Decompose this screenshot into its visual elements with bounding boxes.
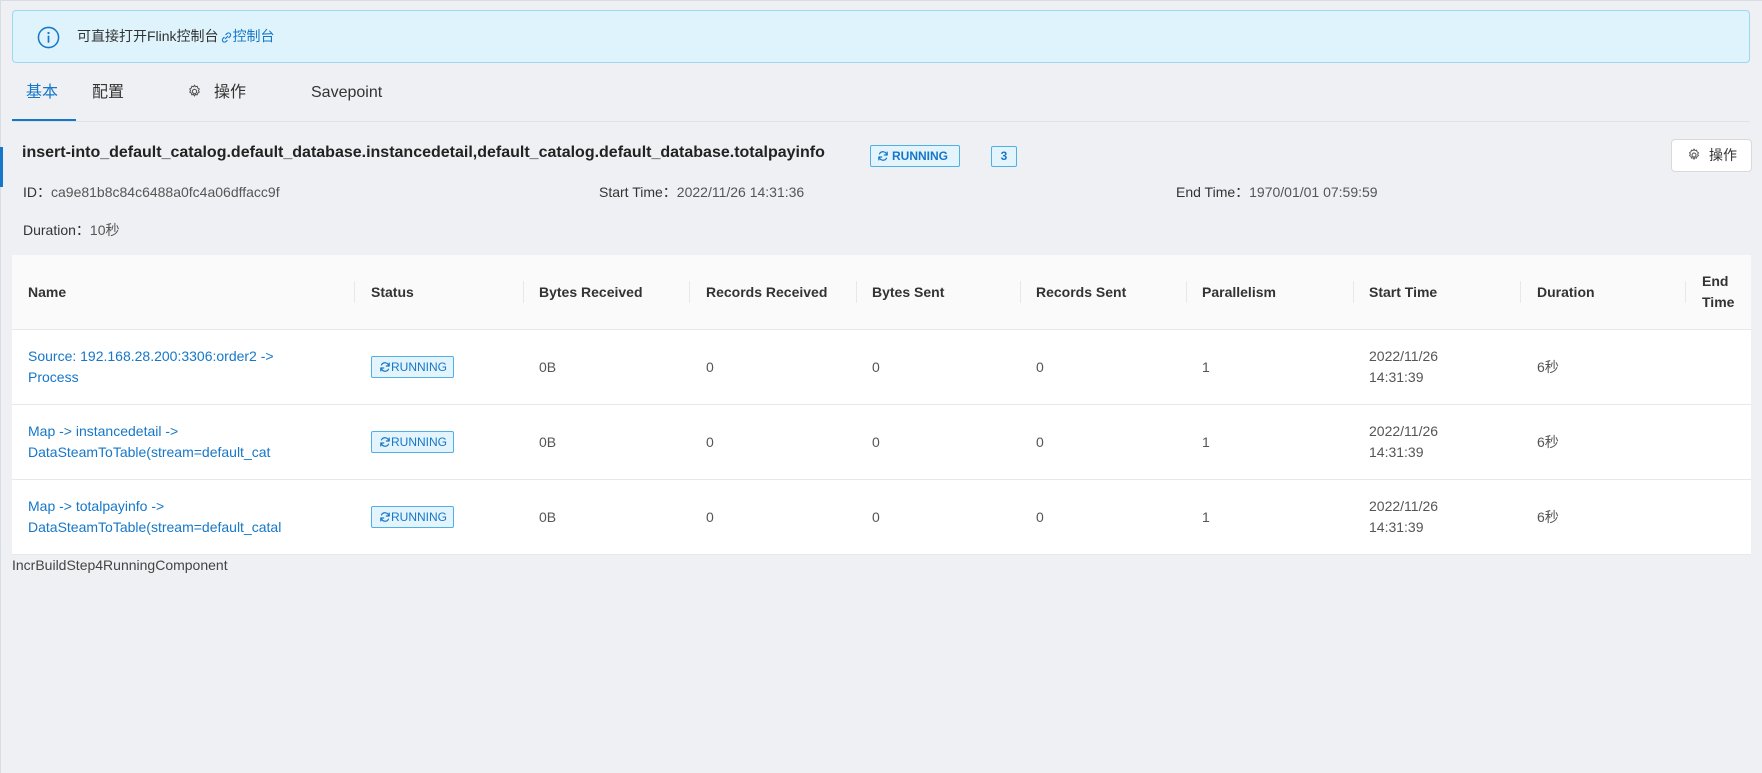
tab-operations[interactable]: 操作 bbox=[187, 74, 246, 121]
start-time-cell: 2022/11/26 14:31:39 bbox=[1369, 498, 1439, 535]
bytes-received-cell: 0B bbox=[539, 433, 557, 450]
bytes-sent-cell: 0 bbox=[872, 508, 880, 525]
tab-savepoint[interactable]: Savepoint bbox=[311, 74, 382, 121]
duration-cell: 6秒 bbox=[1537, 358, 1559, 375]
left-border bbox=[0, 0, 1, 773]
column-divider bbox=[1353, 281, 1354, 303]
status-text: RUNNING bbox=[391, 510, 447, 524]
job-start-label: Start Time： bbox=[599, 184, 677, 200]
column-header-status: Status bbox=[371, 284, 414, 300]
parallelism-cell: 1 bbox=[1202, 433, 1210, 450]
column-header-bytes-received: Bytes Received bbox=[539, 284, 643, 300]
records-sent-cell: 0 bbox=[1036, 433, 1044, 450]
column-divider bbox=[523, 281, 524, 303]
column-header-name: Name bbox=[28, 284, 67, 300]
link-icon bbox=[221, 32, 231, 43]
column-header-start-time: Start Time bbox=[1369, 284, 1438, 300]
job-end-value: 1970/01/01 07:59:59 bbox=[1249, 184, 1378, 200]
table-row: Map -> totalpayinfo -> DataSteamToTable(… bbox=[12, 480, 1751, 555]
task-count-badge: 3 bbox=[991, 146, 1017, 167]
bytes-sent-cell: 0 bbox=[872, 358, 880, 375]
status-cell: RUNNING bbox=[371, 405, 454, 479]
gear-icon bbox=[189, 84, 200, 97]
job-end-time: End Time：1970/01/01 07:59:59 bbox=[1176, 182, 1378, 202]
job-start-time: Start Time：2022/11/26 14:31:36 bbox=[599, 182, 804, 202]
column-header-end-time: End Time bbox=[1702, 273, 1735, 310]
job-id-value: ca9e81b8c84c6488a0fc4a06dffacc9f bbox=[51, 184, 280, 200]
sync-icon bbox=[380, 512, 390, 522]
tab-bar: 基本 配置 操作 Savepoint bbox=[12, 74, 1750, 122]
table-row: Source: 192.168.28.200:3306:order2 -> Pr… bbox=[12, 330, 1751, 405]
column-divider bbox=[856, 281, 857, 303]
job-title: insert-into_default_catalog.default_data… bbox=[22, 144, 825, 161]
job-duration: Duration：10秒 bbox=[23, 220, 120, 240]
job-status-badge: RUNNING bbox=[870, 145, 960, 167]
info-icon bbox=[37, 26, 60, 49]
column-header-parallelism: Parallelism bbox=[1202, 284, 1276, 300]
status-text: RUNNING bbox=[391, 360, 447, 374]
tab-config[interactable]: 配置 bbox=[92, 74, 124, 121]
records-received-cell: 0 bbox=[706, 433, 714, 450]
table-row: Map -> instancedetail -> DataSteamToTabl… bbox=[12, 405, 1751, 480]
records-sent-cell: 0 bbox=[1036, 508, 1044, 525]
tab-active-indicator bbox=[12, 119, 76, 121]
top-border bbox=[0, 0, 1762, 1]
operate-button-label: 操作 bbox=[1709, 147, 1737, 163]
vertex-name-link[interactable]: Map -> instancedetail -> DataSteamToTabl… bbox=[28, 405, 328, 479]
job-id: ID：ca9e81b8c84c6488a0fc4a06dffacc9f bbox=[23, 182, 280, 202]
alert-text: 可直接打开Flink控制台 bbox=[77, 28, 219, 44]
column-divider bbox=[354, 281, 355, 303]
status-badge: RUNNING bbox=[371, 506, 454, 528]
status-cell: RUNNING bbox=[371, 330, 454, 404]
start-time-cell: 2022/11/26 14:31:39 bbox=[1369, 423, 1439, 460]
job-end-label: End Time： bbox=[1176, 184, 1250, 200]
tab-operations-label: 操作 bbox=[214, 84, 247, 101]
component-label: IncrBuildStep4RunningComponent bbox=[12, 557, 228, 573]
status-badge: RUNNING bbox=[371, 431, 454, 453]
duration-cell: 6秒 bbox=[1537, 508, 1559, 525]
column-divider bbox=[1186, 281, 1187, 303]
info-alert: 可直接打开Flink控制台 控制台 bbox=[12, 10, 1750, 63]
operate-button[interactable]: 操作 bbox=[1671, 139, 1752, 172]
column-divider bbox=[1520, 281, 1521, 303]
vertex-name-link[interactable]: Map -> totalpayinfo -> DataSteamToTable(… bbox=[28, 480, 328, 554]
sync-icon bbox=[878, 151, 888, 161]
job-duration-value: 10秒 bbox=[89, 222, 120, 238]
bytes-sent-cell: 0 bbox=[872, 433, 880, 450]
column-divider bbox=[1685, 281, 1686, 303]
bytes-received-cell: 0B bbox=[539, 358, 557, 375]
sync-icon bbox=[380, 437, 390, 447]
bytes-received-cell: 0B bbox=[539, 508, 557, 525]
alert-message: 可直接打开Flink控制台 控制台 bbox=[77, 11, 275, 62]
records-sent-cell: 0 bbox=[1036, 358, 1044, 375]
job-duration-label: Duration： bbox=[23, 222, 90, 238]
records-received-cell: 0 bbox=[706, 358, 714, 375]
job-id-label: ID： bbox=[23, 184, 51, 200]
status-cell: RUNNING bbox=[371, 480, 454, 554]
column-header-duration: Duration bbox=[1537, 284, 1595, 300]
parallelism-cell: 1 bbox=[1202, 508, 1210, 525]
column-header-bytes-sent: Bytes Sent bbox=[872, 284, 945, 300]
tab-basic[interactable]: 基本 bbox=[26, 74, 58, 121]
column-divider bbox=[689, 281, 690, 303]
records-received-cell: 0 bbox=[706, 508, 714, 525]
sync-icon bbox=[380, 362, 390, 372]
gear-icon bbox=[1689, 148, 1699, 160]
column-header-records-sent: Records Sent bbox=[1036, 284, 1127, 300]
job-status-text: RUNNING bbox=[892, 149, 948, 163]
parallelism-cell: 1 bbox=[1202, 358, 1210, 375]
start-time-cell: 2022/11/26 14:31:39 bbox=[1369, 348, 1439, 385]
column-header-records-received: Records Received bbox=[706, 284, 828, 300]
vertices-table: Name Status Bytes Received Records Recei… bbox=[12, 255, 1751, 555]
job-marker bbox=[0, 147, 3, 187]
duration-cell: 6秒 bbox=[1537, 433, 1559, 450]
column-divider bbox=[1020, 281, 1021, 303]
flink-console-link[interactable]: 控制台 bbox=[233, 28, 275, 44]
status-badge: RUNNING bbox=[371, 356, 454, 378]
vertex-name-link[interactable]: Source: 192.168.28.200:3306:order2 -> Pr… bbox=[28, 330, 328, 404]
table-header: Name Status Bytes Received Records Recei… bbox=[12, 255, 1751, 330]
status-text: RUNNING bbox=[391, 435, 447, 449]
job-start-value: 2022/11/26 14:31:36 bbox=[676, 184, 805, 200]
